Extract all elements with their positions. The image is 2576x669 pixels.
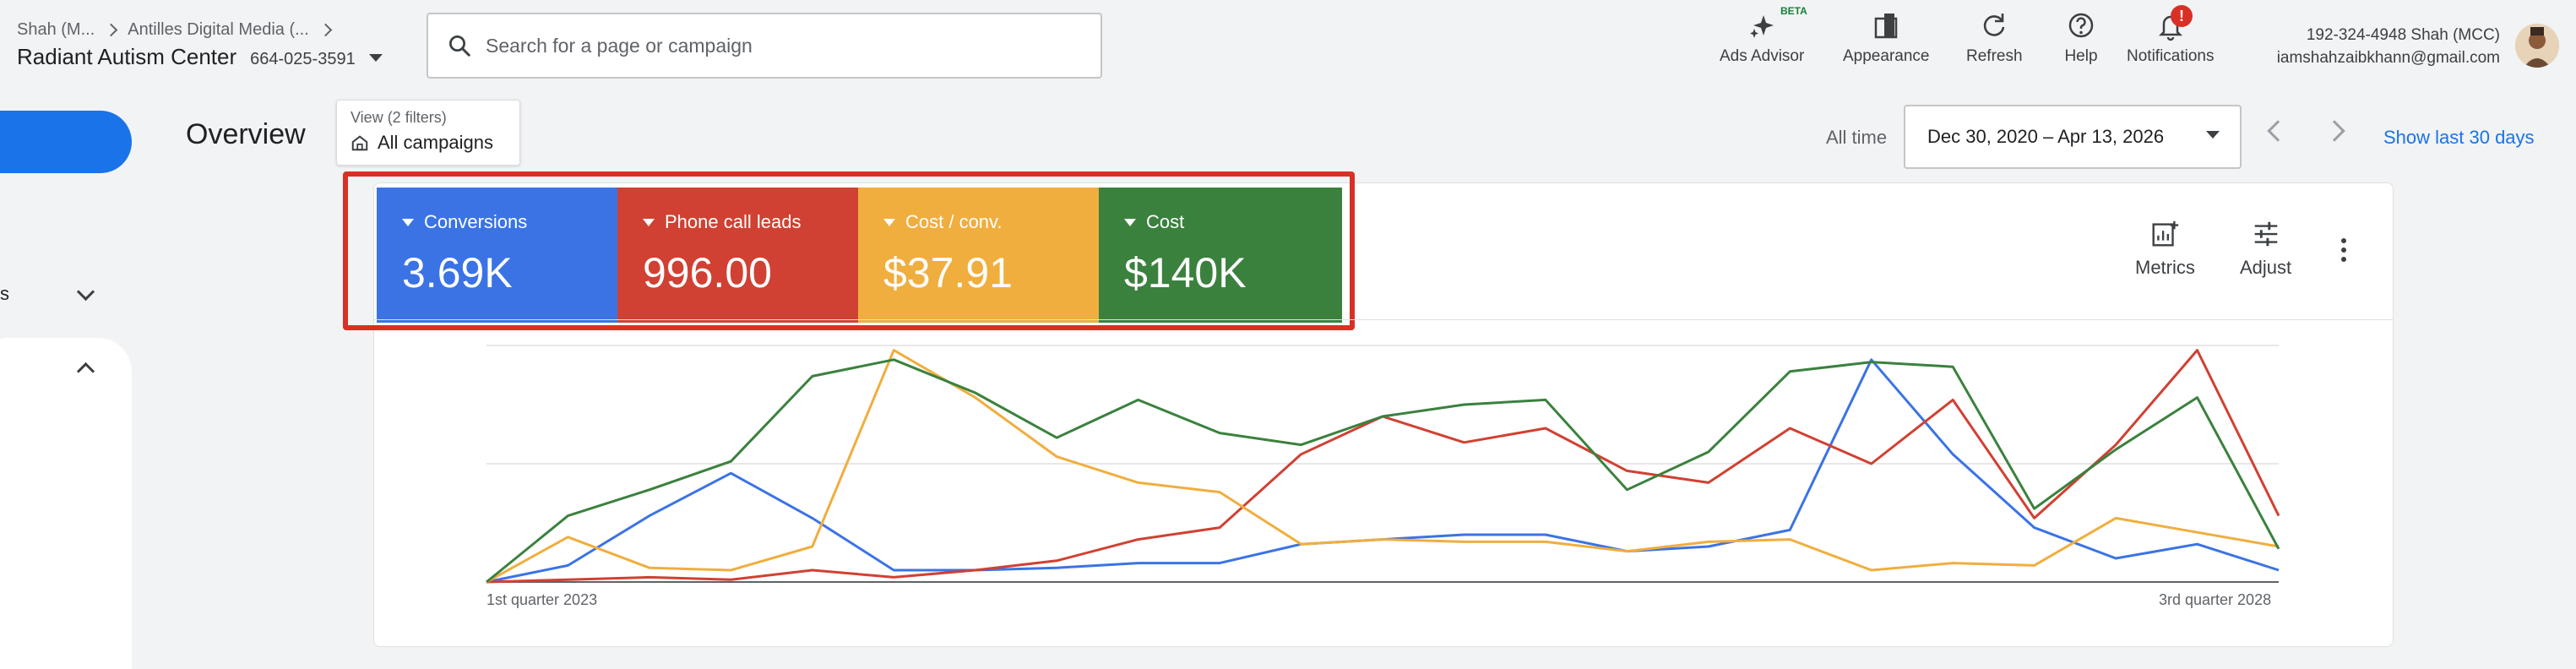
next-period-icon[interactable] xyxy=(2323,120,2345,142)
scorecard-value: 3.69K xyxy=(402,249,513,296)
scorecard-value: 996.00 xyxy=(643,249,772,296)
triangle-down-icon xyxy=(1124,218,1136,226)
account-id: 664-025-3591 xyxy=(250,50,356,68)
search-icon xyxy=(449,35,470,57)
scorecard-conversions[interactable]: Conversions 3.69K xyxy=(377,188,617,323)
scorecard-label: Conversions xyxy=(424,211,528,232)
breadcrumb-item-agency[interactable]: Antilles Digital Media (... xyxy=(128,20,309,40)
caret-down-icon xyxy=(2206,130,2220,139)
account-name: Radiant Autism Center xyxy=(17,44,237,69)
metrics-icon xyxy=(2152,220,2179,247)
sparkle-icon xyxy=(1750,15,1774,38)
previous-period-icon[interactable] xyxy=(2267,120,2289,142)
chevron-down-icon[interactable] xyxy=(76,282,95,302)
beta-badge: BETA xyxy=(1780,5,1807,17)
triangle-down-icon xyxy=(883,218,895,226)
scorecard-cost-per-conversion[interactable]: Cost / conv. $37.91 xyxy=(858,188,1099,323)
x-axis-start-label: 1st quarter 2023 xyxy=(486,591,598,608)
series-line-conversions xyxy=(486,358,2280,584)
adjust-button[interactable]: Adjust xyxy=(2240,218,2291,279)
chevron-right-icon xyxy=(318,23,333,37)
scorecard-cost[interactable]: Cost $140K xyxy=(1099,188,1342,323)
notifications-label: Notifications xyxy=(2127,47,2215,65)
triangle-down-icon xyxy=(402,218,414,226)
scorecard-label: Phone call leads xyxy=(665,211,802,232)
campaign-icon xyxy=(351,135,368,151)
view-filter-selector[interactable]: View (2 filters) All campaigns xyxy=(336,100,520,166)
breadcrumb-item-manager[interactable]: Shah (M... xyxy=(17,20,95,40)
series-line-cost xyxy=(486,358,2280,584)
refresh-label: Refresh xyxy=(1966,47,2023,65)
metrics-button[interactable]: Metrics xyxy=(2135,218,2195,279)
appearance-label: Appearance xyxy=(1843,47,1930,65)
view-filter-count: View (2 filters) xyxy=(351,109,447,126)
search-input[interactable] xyxy=(486,34,1077,57)
view-filter-value: All campaigns xyxy=(378,132,493,153)
search-bar[interactable] xyxy=(427,13,1102,79)
chart-series xyxy=(486,349,2280,584)
refresh-icon xyxy=(1984,14,2005,36)
scorecard-label: Cost / conv. xyxy=(905,211,1003,232)
performance-line-chart xyxy=(486,345,2280,584)
refresh-button[interactable]: Refresh xyxy=(1966,8,2023,66)
caret-down-icon[interactable] xyxy=(368,54,383,62)
divider xyxy=(373,319,2394,320)
notification-badge: ! xyxy=(2171,5,2193,27)
help-label: Help xyxy=(2064,47,2098,65)
show-last-30-days-link[interactable]: Show last 30 days xyxy=(2383,127,2535,149)
x-axis-end-label: 3rd quarter 2028 xyxy=(2159,591,2272,608)
create-button[interactable] xyxy=(0,111,132,173)
ads-advisor-label: Ads Advisor xyxy=(1720,47,1805,65)
appearance-icon xyxy=(1874,14,1898,39)
scorecard-label: Cost xyxy=(1146,211,1185,232)
user-email: iamshahzaibkhann@gmail.com xyxy=(2276,49,2500,67)
triangle-down-icon xyxy=(643,218,655,226)
avatar[interactable] xyxy=(2515,24,2559,68)
page-title: Overview xyxy=(186,118,306,150)
date-range-label: All time xyxy=(1826,127,1888,148)
left-nav-item-label[interactable]: s xyxy=(0,283,9,305)
date-range-value: Dec 30, 2020 – Apr 13, 2026 xyxy=(1927,126,2165,147)
ads-advisor-button[interactable]: BETA Ads Advisor xyxy=(1720,5,1807,66)
scorecard-value: $37.91 xyxy=(883,249,1013,296)
help-button[interactable]: Help xyxy=(2064,8,2098,66)
date-range-select[interactable]: Dec 30, 2020 – Apr 13, 2026 xyxy=(1904,105,2242,169)
user-info[interactable]: 192-324-4948 Shah (MCC) iamshahzaibkhann… xyxy=(2277,24,2500,69)
user-account-line: 192-324-4948 Shah (MCC) xyxy=(2306,26,2500,44)
breadcrumb: Shah (M... Antilles Digital Media (... xyxy=(17,20,333,40)
scorecard-group: Conversions 3.69K Phone call leads 996.0… xyxy=(343,171,1355,330)
help-icon xyxy=(2068,13,2094,38)
scorecard-value: $140K xyxy=(1124,249,1247,296)
more-options-icon[interactable] xyxy=(2341,238,2348,262)
scorecard-phone-call-leads[interactable]: Phone call leads 996.00 xyxy=(617,188,858,323)
account-selector[interactable]: Radiant Autism Center 664-025-3591 xyxy=(17,44,383,70)
chevron-right-icon xyxy=(104,23,118,37)
adjust-label: Adjust xyxy=(2240,257,2292,278)
avatar-image xyxy=(2515,24,2559,68)
adjust-icon xyxy=(2254,221,2277,247)
appearance-button[interactable]: Appearance xyxy=(1843,8,1929,66)
metrics-label: Metrics xyxy=(2135,257,2195,278)
left-nav-panel xyxy=(0,338,132,669)
notifications-button[interactable]: ! Notifications xyxy=(2127,5,2215,66)
